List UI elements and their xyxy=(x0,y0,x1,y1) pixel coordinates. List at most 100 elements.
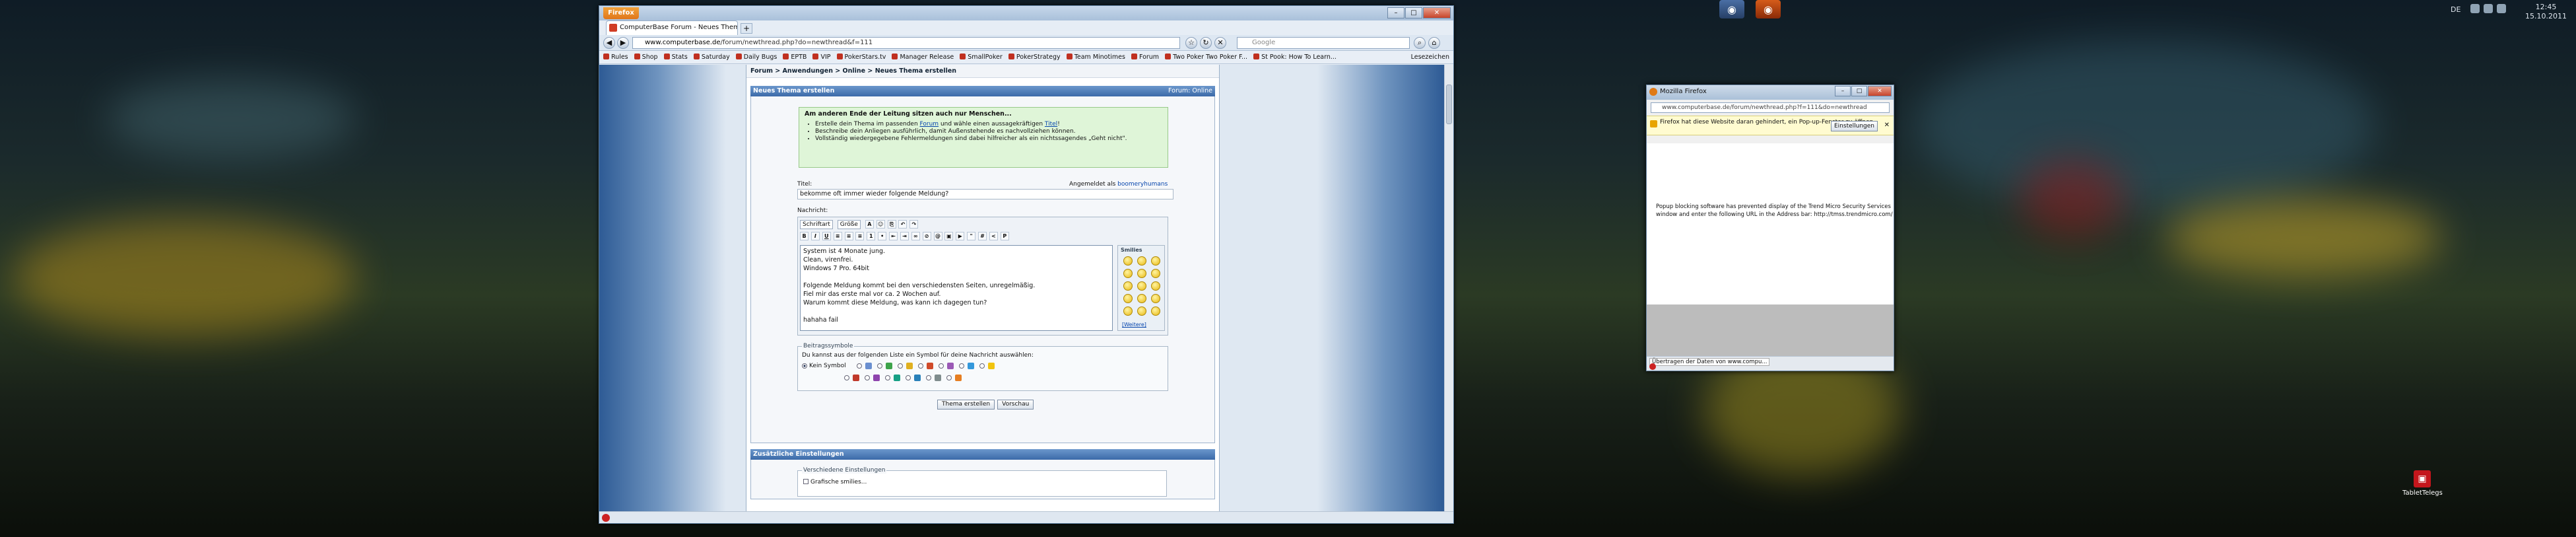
infobar-close-icon[interactable]: ✕ xyxy=(1884,122,1890,129)
user-link[interactable]: boomeryhumans xyxy=(1117,181,1168,188)
minimize-button[interactable]: – xyxy=(1387,7,1404,18)
bookmark-item[interactable]: Manager Release xyxy=(892,51,954,63)
bookmark-star-icon[interactable]: ☆ xyxy=(1185,37,1197,49)
language-indicator[interactable]: DE xyxy=(2451,5,2460,14)
back-icon[interactable]: ◀ xyxy=(603,37,615,49)
maximize-button[interactable]: □ xyxy=(1405,7,1422,18)
bookmark-item[interactable]: Rules xyxy=(603,51,628,63)
search-icon[interactable]: ⌕ xyxy=(1414,37,1426,49)
popup-title-bar[interactable]: Mozilla Firefox – □ ✕ xyxy=(1647,85,1894,100)
reload-icon[interactable]: ↻ xyxy=(1200,37,1212,49)
stop-icon[interactable]: ✕ xyxy=(1214,37,1226,49)
smiley-icon[interactable] xyxy=(1137,269,1146,278)
smiley-icon[interactable] xyxy=(1137,294,1146,303)
breadcrumb[interactable]: Forum > Anwendungen > Online > Neues The… xyxy=(746,65,1219,78)
post-icon-option[interactable] xyxy=(897,363,913,369)
post-icon-option[interactable] xyxy=(958,363,974,369)
attachment-icon[interactable]: ⎘ xyxy=(887,220,896,229)
adblock-icon[interactable] xyxy=(602,514,610,522)
bookmark-item[interactable]: PokerStrategy xyxy=(1008,51,1061,63)
post-icon-option[interactable]: Kein Symbol xyxy=(802,363,851,369)
outdent-icon[interactable]: ⇤ xyxy=(889,232,898,240)
smiley-icon[interactable] xyxy=(1151,269,1160,278)
image-icon[interactable]: ▣ xyxy=(944,232,954,240)
bookmark-item[interactable]: Saturday xyxy=(693,51,730,63)
smiley-icon[interactable] xyxy=(1137,256,1146,266)
forum-link[interactable]: Forum xyxy=(920,121,939,127)
font-select[interactable]: Schriftart xyxy=(800,220,833,229)
close-button[interactable]: ✕ xyxy=(1423,7,1451,18)
text-color-icon[interactable]: A xyxy=(865,220,874,229)
post-icon-option[interactable] xyxy=(844,375,859,381)
post-icon-option[interactable] xyxy=(926,375,941,381)
bookmark-item[interactable]: St Pook: How To Learn... xyxy=(1253,51,1337,63)
align-center-icon[interactable]: ≡ xyxy=(844,232,853,240)
bookmark-item[interactable]: Shop xyxy=(634,51,658,63)
bookmark-item[interactable]: Forum xyxy=(1131,51,1159,63)
post-icon-option[interactable] xyxy=(938,363,954,369)
preview-button[interactable]: Vorschau xyxy=(997,400,1034,410)
post-icon-option[interactable] xyxy=(917,363,933,369)
bullet-list-icon[interactable]: • xyxy=(878,232,887,240)
network-icon[interactable] xyxy=(2470,4,2480,13)
message-textarea[interactable]: System ist 4 Monate jung. Clean, virenfr… xyxy=(800,245,1113,331)
quote-icon[interactable]: " xyxy=(967,232,976,240)
smiley-icon[interactable] xyxy=(1123,306,1133,316)
forward-icon[interactable]: ▶ xyxy=(617,37,629,49)
smiley-icon[interactable] xyxy=(1151,281,1160,291)
post-icon-option[interactable] xyxy=(885,375,900,381)
bookmark-item[interactable]: VIP xyxy=(812,51,830,63)
post-icon-option[interactable] xyxy=(946,375,962,381)
new-tab-button[interactable]: + xyxy=(741,23,752,34)
flag-icon[interactable] xyxy=(2497,4,2506,13)
underline-icon[interactable]: U xyxy=(822,232,831,240)
video-icon[interactable]: ▶ xyxy=(956,232,965,240)
volume-icon[interactable] xyxy=(2484,4,2493,13)
redo-icon[interactable]: ↷ xyxy=(909,220,919,229)
bookmark-item[interactable]: SmallPoker xyxy=(960,51,1003,63)
post-icon-option[interactable] xyxy=(865,375,880,381)
bold-icon[interactable]: B xyxy=(800,232,809,240)
smiley-icon[interactable] xyxy=(1123,294,1133,303)
panel-forum-link[interactable]: Forum: Online xyxy=(1168,86,1212,96)
undo-icon[interactable]: ↶ xyxy=(898,220,908,229)
smiley-icon[interactable] xyxy=(1151,256,1160,266)
settings-button[interactable]: Einstellungen xyxy=(1830,121,1878,131)
search-input[interactable]: Google xyxy=(1237,37,1410,49)
php-icon[interactable]: P xyxy=(1000,232,1009,240)
post-icon-option[interactable] xyxy=(979,363,995,369)
italic-icon[interactable]: I xyxy=(810,232,820,240)
url-bar[interactable]: www.computerbase.de/forum/newthread.php?… xyxy=(632,37,1180,49)
html-icon[interactable]: < xyxy=(989,232,998,240)
smiley-icon[interactable] xyxy=(1151,294,1160,303)
bookmark-item[interactable]: EPTB xyxy=(783,51,807,63)
additional-settings-header[interactable]: Zusätzliche Einstellungen xyxy=(750,449,1215,460)
link-icon[interactable]: ∞ xyxy=(911,232,920,240)
more-smilies-link[interactable]: [Weitere] xyxy=(1122,322,1146,328)
align-left-icon[interactable]: ≡ xyxy=(833,232,842,240)
popup-minimize-button[interactable]: – xyxy=(1835,86,1851,96)
bookmark-item[interactable]: Team Minotimes xyxy=(1066,51,1125,63)
smiley-icon[interactable]: ☺ xyxy=(876,220,885,229)
size-select[interactable]: Größe xyxy=(837,220,861,229)
scrollbar-thumb[interactable] xyxy=(1446,85,1452,124)
email-icon[interactable]: @ xyxy=(933,232,942,240)
desktop-shortcut[interactable]: ▣ TabletTelegs xyxy=(2402,470,2443,497)
taskbar-firefox-icon[interactable]: ◉ xyxy=(1756,0,1781,18)
bookmark-item[interactable]: Two Poker Two Poker F... xyxy=(1165,51,1247,63)
taskbar-browser-icon[interactable]: ◉ xyxy=(1719,0,1744,18)
firefox-menu-button[interactable]: Firefox xyxy=(603,7,639,19)
title-link[interactable]: Titel xyxy=(1045,121,1057,127)
submit-thread-button[interactable]: Thema erstellen xyxy=(937,400,995,410)
popup-close-button[interactable]: ✕ xyxy=(1868,86,1892,96)
popup-maximize-button[interactable]: □ xyxy=(1851,86,1867,96)
smiley-icon[interactable] xyxy=(1137,281,1146,291)
bookmark-item[interactable]: PokerStars.tv xyxy=(836,51,886,63)
smiley-icon[interactable] xyxy=(1137,306,1146,316)
smiley-icon[interactable] xyxy=(1123,269,1133,278)
smiley-icon[interactable] xyxy=(1123,256,1133,266)
unlink-icon[interactable]: ⊘ xyxy=(922,232,931,240)
title-input[interactable]: bekomme oft immer wieder folgende Meldun… xyxy=(797,189,1173,199)
smiley-icon[interactable] xyxy=(1123,281,1133,291)
title-bar[interactable]: Firefox – □ ✕ xyxy=(599,6,1453,20)
